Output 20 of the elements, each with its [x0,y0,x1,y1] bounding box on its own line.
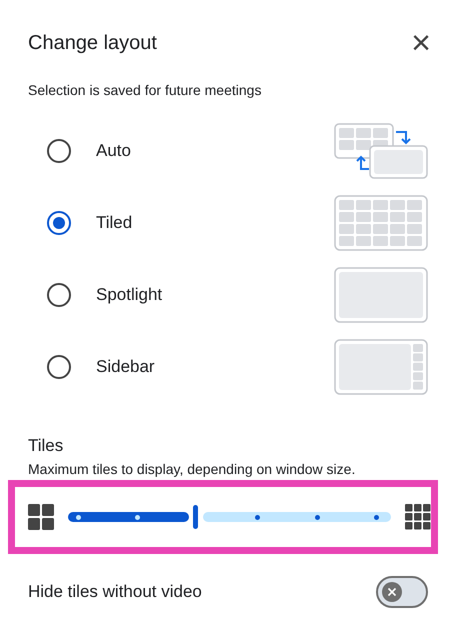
x-icon [387,586,397,596]
radio-button[interactable] [47,355,71,379]
toggle-label: Hide tiles without video [28,580,202,603]
close-button[interactable]: × [411,26,431,60]
option-label[interactable]: Sidebar [96,354,334,380]
section-description: Maximum tiles to display, depending on window size. [28,460,356,479]
toggle-switch[interactable] [376,576,428,608]
dialog-title: Change layout [28,31,157,55]
option-label[interactable]: Tiled [96,210,334,236]
grid-small-icon [28,504,54,530]
slider-thumb[interactable] [192,504,198,528]
radio-button[interactable] [47,283,71,307]
option-label[interactable]: Spotlight [96,282,334,308]
radio-button[interactable] [47,211,71,235]
radio-button[interactable] [47,139,71,163]
option-label[interactable]: Auto [96,138,334,164]
section-heading: Tiles [28,435,64,457]
subtitle: Selection is saved for future meetings [28,81,262,100]
grid-large-icon [405,504,431,530]
tiles-slider[interactable] [68,504,391,530]
